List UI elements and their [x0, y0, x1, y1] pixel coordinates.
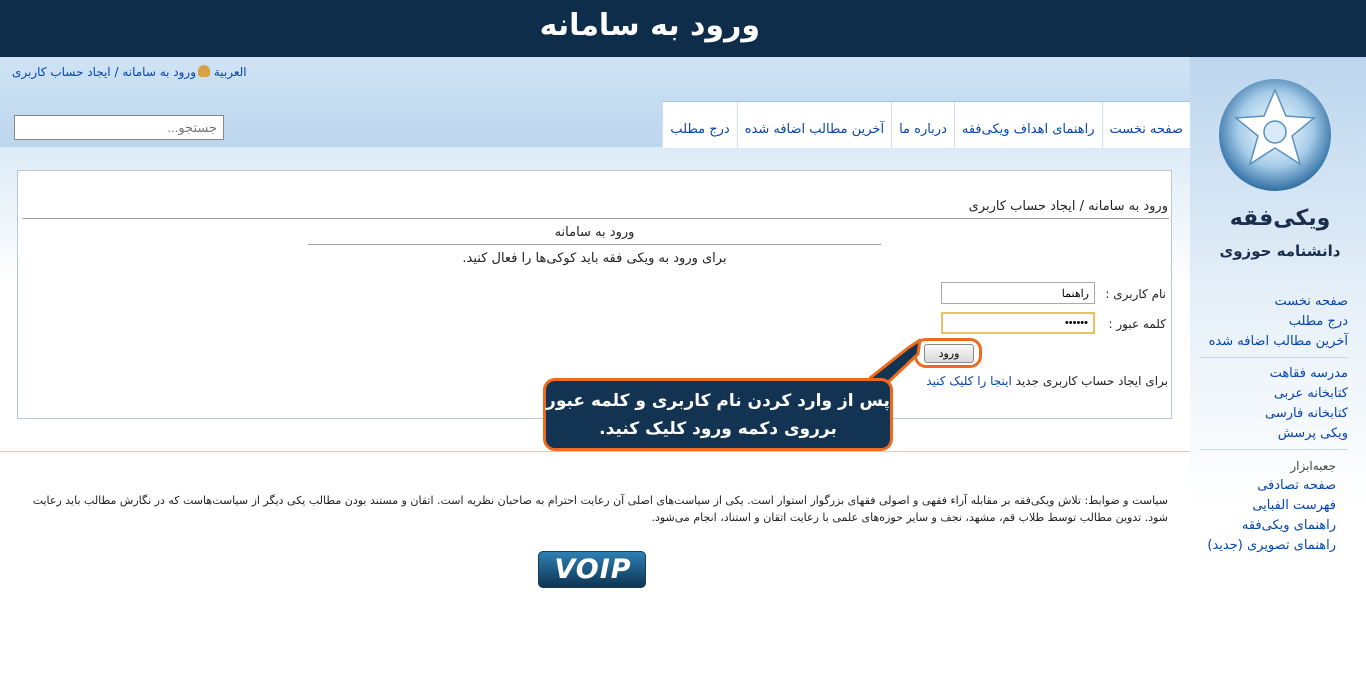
- signup-text: برای ایجاد حساب کاربری جدید: [1015, 374, 1168, 388]
- language-link[interactable]: العربية: [214, 65, 247, 79]
- sidebar-item-add-article[interactable]: درج مطلب: [1200, 312, 1348, 332]
- username-label: نام کاربری :: [1105, 287, 1166, 301]
- sidebar-item-random[interactable]: صفحه تصادفی: [1200, 476, 1336, 496]
- site-logo[interactable]: ویکی‌فقه دانشنامه حوزوی: [1212, 72, 1348, 272]
- password-field[interactable]: [941, 312, 1095, 334]
- sidebar-item-alphabetical[interactable]: فهرست الفبایی: [1200, 496, 1336, 516]
- logo-emblem-icon: [1219, 79, 1331, 191]
- sidebar-item-wiki-questions[interactable]: ویکی پرسش: [1200, 424, 1348, 444]
- signup-notice: برای ایجاد حساب کاربری جدید اینجا را کلی…: [926, 374, 1168, 388]
- toolbox-heading: جعبه‌ابزار: [1290, 459, 1336, 473]
- sidebar-item-help[interactable]: راهنمای ویکی‌فقه: [1200, 516, 1336, 536]
- sidebar-item-persian-library[interactable]: کتابخانه فارسی: [1200, 404, 1348, 424]
- sidebar-item-visual-help[interactable]: راهنمای تصویری (جدید): [1200, 536, 1336, 556]
- sidebar-item-school[interactable]: مدرسه فقاهت: [1200, 364, 1348, 384]
- sidebar-sites-group: مدرسه فقاهت کتابخانه عربی کتابخانه فارسی…: [1200, 364, 1348, 450]
- search-input[interactable]: [14, 115, 224, 140]
- callout-line-1: پس از وارد کردن نام کاربری و کلمه عبور: [546, 391, 890, 411]
- sidebar-item-arabic-library[interactable]: کتابخانه عربی: [1200, 384, 1348, 404]
- page-title: ورود به سامانه: [539, 8, 760, 43]
- main-tabs: صفحه نخست راهنمای اهداف ویکی‌فقه درباره …: [662, 101, 1190, 148]
- sidebar-item-home[interactable]: صفحه نخست: [1200, 292, 1348, 312]
- title-bar: ورود به سامانه: [0, 0, 1366, 57]
- sidebar-toolbox: جعبه‌ابزار صفحه تصادفی فهرست الفبایی راه…: [1200, 456, 1336, 556]
- sidebar-item-recent[interactable]: آخرین مطالب اضافه شده: [1200, 332, 1348, 352]
- username-field[interactable]: [941, 282, 1095, 304]
- logo-subtitle: دانشنامه حوزوی: [1219, 242, 1341, 260]
- policy-text: سیاست و ضوابط: تلاش ویکی‌فقه بر مقابله آ…: [32, 494, 1168, 524]
- sidebar-navigation: صفحه نخست درج مطلب آخرین مطالب اضافه شده…: [1200, 292, 1348, 456]
- tab-recent[interactable]: آخرین مطالب اضافه شده: [736, 102, 892, 148]
- logo-title: ویکی‌فقه: [1229, 206, 1331, 231]
- tab-about[interactable]: درباره ما: [891, 102, 954, 148]
- login-link[interactable]: ورود به سامانه / ایجاد حساب کاربری: [12, 65, 196, 79]
- divider: [308, 244, 881, 245]
- tab-add-article[interactable]: درج مطلب: [662, 102, 737, 148]
- password-label: کلمه عبور :: [1108, 317, 1166, 331]
- voip-badge[interactable]: VOIP: [538, 551, 646, 588]
- cookie-notice: برای ورود به ویکی فقه باید کوکی‌ها را فع…: [462, 251, 727, 266]
- breadcrumb: ورود به سامانه / ایجاد حساب کاربری: [968, 199, 1168, 214]
- user-icon: [198, 65, 211, 77]
- callout-line-2: برروی دکمه ورود کلیک کنید.: [599, 419, 837, 439]
- divider: [22, 218, 1169, 219]
- tab-home[interactable]: صفحه نخست: [1101, 102, 1190, 148]
- footer-divider: [0, 451, 1190, 452]
- form-title: ورود به سامانه: [554, 225, 635, 240]
- voip-badge-label: VOIP: [554, 554, 632, 585]
- instruction-callout: پس از وارد کردن نام کاربری و کلمه عبور ب…: [543, 378, 893, 451]
- tab-goals-guide[interactable]: راهنمای اهداف ویکی‌فقه: [953, 102, 1102, 148]
- personal-tools: العربية ورود به سامانه / ایجاد حساب کارب…: [12, 65, 255, 79]
- sidebar-main-group: صفحه نخست درج مطلب آخرین مطالب اضافه شده: [1200, 292, 1348, 358]
